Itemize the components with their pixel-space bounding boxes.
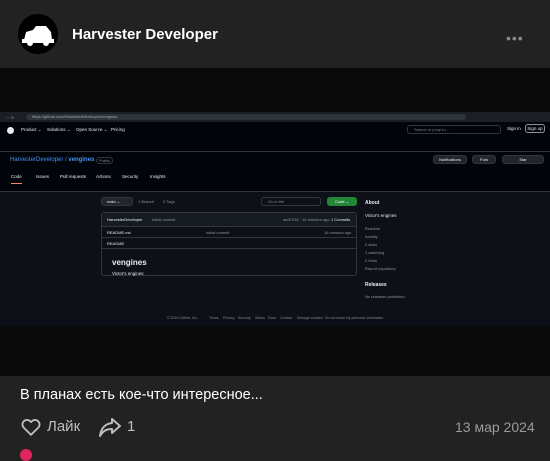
branch-select: main ⌄ — [101, 197, 133, 206]
sign-in: Sign in — [507, 126, 521, 131]
footer-security: Security — [238, 316, 251, 320]
author-avatar[interactable] — [18, 14, 58, 54]
about-forks: 0 forks — [365, 258, 378, 263]
post-caption: В планах есть кое-что интересное... — [20, 387, 263, 403]
browser-url: https://github.com/HarvesterDeveloper/ve… — [26, 114, 466, 120]
nav-pricing: Pricing — [111, 127, 125, 132]
about-activity: Activity — [365, 234, 378, 239]
footer-do-not-share: Do not share my personal information — [325, 316, 384, 320]
readme-tab-row: README — [102, 238, 356, 249]
tag-count: 0 Tags — [163, 199, 175, 204]
about-description: Victor's engines — [365, 213, 397, 218]
code-button: Code ⌄ — [327, 197, 357, 206]
branch-count: 1 Branch — [138, 199, 155, 204]
nav-solutions: Solutions ⌄ — [47, 127, 71, 132]
branch-bar: main ⌄ 1 Branch 0 Tags Go to file Code ⌄ — [101, 197, 357, 207]
nav-product: Product ⌄ — [21, 127, 42, 132]
footer-status: Status — [255, 316, 265, 320]
repo-visibility-badge: Public — [96, 157, 113, 164]
fork-button: Fork — [472, 155, 496, 164]
readme-tab: README — [107, 241, 125, 246]
tab-code: Code — [11, 174, 22, 184]
commit-row: HarvesterDeveloper Initial commit aa9751… — [102, 213, 356, 227]
footer-docs: Docs — [268, 316, 276, 320]
notifications-button: Notifications — [433, 155, 467, 164]
footer-privacy: Privacy — [223, 316, 235, 320]
repo-owner: HarvesterDeveloper — [10, 157, 64, 163]
commit-message: Initial commit — [152, 217, 176, 222]
file-row: README.md Initial commit 16 minutes ago — [102, 227, 356, 238]
releases-text: No releases published — [365, 294, 405, 299]
heart-icon[interactable] — [20, 416, 42, 438]
browser-nav-icons: ‹ › ⟳ — [6, 115, 15, 120]
readme-title: vengines — [112, 258, 147, 267]
post-actions: Лайк 1 13 мар 2024 — [0, 414, 550, 440]
repo-name: vengines — [68, 157, 95, 163]
footer-contact: Contact — [280, 316, 293, 320]
post-header: Harvester Developer ••• — [0, 0, 550, 68]
tab-actions: Actions — [96, 174, 111, 179]
footer-copyright: © 2024 GitHub, Inc. — [167, 316, 198, 320]
releases-title: Releases — [365, 282, 387, 288]
star-button: Star — [502, 155, 544, 164]
post-card: Harvester Developer ••• ‹ › ⟳ https://gi… — [0, 0, 550, 461]
file-commit: Initial commit — [206, 230, 230, 235]
avatar-harvester-icon — [18, 14, 58, 54]
footer-terms: Terms — [209, 316, 219, 320]
commit-author: HarvesterDeveloper — [107, 217, 143, 222]
file-table: HarvesterDeveloper Initial commit aa9751… — [101, 212, 357, 276]
repo-header: HarvesterDeveloper / vengines Public Not… — [0, 152, 550, 192]
github-search: Search or jump to... — [407, 125, 501, 134]
about-report: Report repository — [365, 266, 396, 271]
about-title: About — [365, 200, 380, 206]
post-image[interactable]: ‹ › ⟳ https://github.com/HarvesterDevelo… — [0, 68, 550, 376]
goto-file: Go to file — [261, 197, 321, 206]
about-stars: 0 stars — [365, 242, 378, 247]
commit-meta: aa97518 · 16 minutes ago — [283, 217, 330, 222]
more-dots-icon[interactable]: ••• — [506, 30, 524, 46]
readme-body: Victor's engines — [112, 271, 144, 276]
about-watching: 1 watching — [365, 250, 385, 255]
about-readme: Readme — [365, 226, 381, 231]
tab-issues: Issues — [36, 174, 50, 179]
author-name[interactable]: Harvester Developer — [72, 26, 218, 43]
tab-pull-requests: Pull requests — [60, 174, 87, 179]
commit-count: 1 Commits — [331, 217, 351, 222]
repo-title: HarvesterDeveloper / vengines — [10, 157, 94, 163]
footer-cookies: Manage cookies — [297, 316, 323, 320]
browser-chrome: ‹ › ⟳ https://github.com/HarvesterDevelo… — [0, 112, 550, 122]
github-screenshot: ‹ › ⟳ https://github.com/HarvesterDevelo… — [0, 112, 550, 326]
share-arrow-icon[interactable] — [98, 416, 122, 438]
file-time: 16 minutes ago — [324, 230, 352, 235]
post-date: 13 мар 2024 — [455, 419, 535, 435]
reaction-indicator — [20, 449, 32, 461]
tab-insights: Insights — [150, 174, 166, 179]
file-name: README.md — [107, 230, 131, 235]
tab-security: Security — [122, 174, 139, 179]
github-logo-icon — [7, 127, 14, 134]
nav-open-source: Open Source ⌄ — [76, 127, 108, 132]
sign-up: Sign up — [525, 124, 545, 133]
like-button[interactable]: Лайк — [47, 418, 80, 435]
share-count: 1 — [127, 418, 136, 435]
